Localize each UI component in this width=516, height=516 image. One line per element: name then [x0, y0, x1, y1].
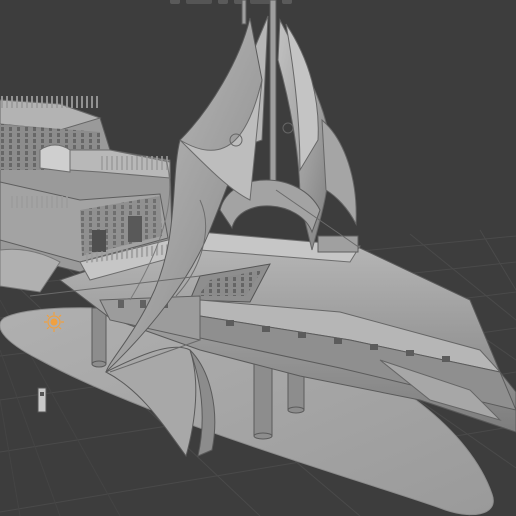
viewport-scene[interactable] [0, 0, 516, 516]
camera-icon[interactable] [37, 387, 47, 413]
3d-viewport[interactable] [0, 0, 516, 516]
light-icon[interactable] [44, 312, 64, 332]
